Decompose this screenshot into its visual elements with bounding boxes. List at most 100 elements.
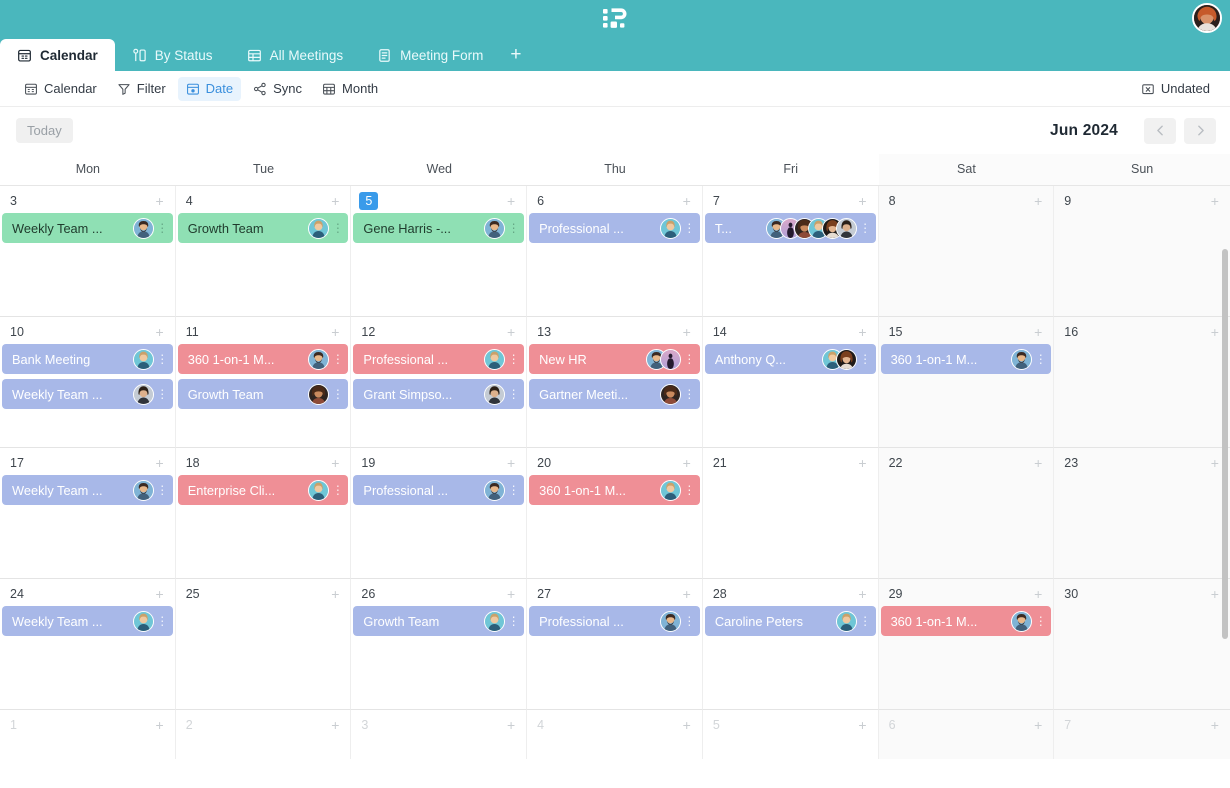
event-attendee-avatars[interactable] <box>484 383 506 405</box>
day-cell[interactable]: 20 +360 1-on-1 M... ⋮ <box>527 448 703 579</box>
calendar-event[interactable]: Weekly Team ... ⋮ <box>2 606 173 636</box>
add-tab-button[interactable]: + <box>500 45 535 71</box>
add-event-button[interactable]: + <box>856 325 868 339</box>
add-event-button[interactable]: + <box>329 718 341 732</box>
event-attendee-avatars[interactable] <box>132 217 154 239</box>
event-menu-button[interactable]: ⋮ <box>156 222 169 234</box>
add-event-button[interactable]: + <box>1209 456 1221 470</box>
calendar-event[interactable]: 360 1-on-1 M... ⋮ <box>880 344 1052 374</box>
event-menu-button[interactable]: ⋮ <box>331 388 344 400</box>
add-event-button[interactable]: + <box>1209 587 1221 601</box>
add-event-button[interactable]: + <box>505 718 517 732</box>
add-event-button[interactable]: + <box>505 325 517 339</box>
calendar-event[interactable]: Growth Team ⋮ <box>177 379 349 409</box>
add-event-button[interactable]: + <box>329 325 341 339</box>
calendar-event[interactable]: Weekly Team ... ⋮ <box>2 213 173 243</box>
add-event-button[interactable]: + <box>1032 456 1044 470</box>
toolbar-button-calendar[interactable]: Calendar <box>16 77 105 101</box>
day-cell[interactable]: 13 + New HR ⋮ Gartner Meeti... ⋮ <box>527 317 703 448</box>
tab-all-meetings[interactable]: All Meetings <box>230 39 361 71</box>
calendar-event[interactable]: Gartner Meeti... ⋮ <box>529 379 700 409</box>
event-attendee-avatars[interactable] <box>132 610 154 632</box>
event-attendee-avatars[interactable] <box>132 479 154 501</box>
add-event-button[interactable]: + <box>154 456 166 470</box>
calendar-event[interactable]: 360 1-on-1 M... ⋮ <box>529 475 700 505</box>
event-menu-button[interactable]: ⋮ <box>683 615 696 627</box>
day-cell[interactable]: 4 + <box>527 710 703 759</box>
event-menu-button[interactable]: ⋮ <box>331 484 344 496</box>
event-menu-button[interactable]: ⋮ <box>507 484 520 496</box>
event-attendee-avatars[interactable] <box>132 383 154 405</box>
day-cell[interactable]: 2 + <box>175 710 352 759</box>
day-cell[interactable]: 22 + <box>878 448 1055 579</box>
day-cell[interactable]: 15 +360 1-on-1 M... ⋮ <box>878 317 1055 448</box>
add-event-button[interactable]: + <box>505 194 517 208</box>
day-cell[interactable]: 23 + <box>1054 448 1230 579</box>
add-event-button[interactable]: + <box>856 718 868 732</box>
event-attendee-avatars[interactable] <box>484 348 506 370</box>
day-cell[interactable]: 7 + <box>1054 710 1230 759</box>
day-cell[interactable]: 24 + Weekly Team ... ⋮ <box>0 579 176 710</box>
calendar-event[interactable]: Gene Harris -... ⋮ <box>353 213 525 243</box>
event-menu-button[interactable]: ⋮ <box>859 222 872 234</box>
calendar-event[interactable]: New HR ⋮ <box>529 344 700 374</box>
event-menu-button[interactable]: ⋮ <box>683 484 696 496</box>
event-attendee-avatars[interactable] <box>645 348 681 370</box>
add-event-button[interactable]: + <box>681 718 693 732</box>
day-cell[interactable]: 19 + Professional ... ⋮ <box>351 448 528 579</box>
event-attendee-avatars[interactable] <box>308 217 330 239</box>
event-menu-button[interactable]: ⋮ <box>683 222 696 234</box>
calendar-event[interactable]: Grant Simpso... ⋮ <box>353 379 525 409</box>
user-avatar[interactable] <box>1192 3 1222 33</box>
day-cell[interactable]: 4 + Growth Team ⋮ <box>175 186 352 317</box>
calendar-event[interactable]: 360 1-on-1 M... ⋮ <box>177 344 349 374</box>
day-cell[interactable]: 1 + <box>0 710 176 759</box>
add-event-button[interactable]: + <box>856 456 868 470</box>
day-cell[interactable]: 11 +360 1-on-1 M... ⋮ Growth Team ⋮ <box>175 317 352 448</box>
day-cell[interactable]: 3 + Weekly Team ... ⋮ <box>0 186 176 317</box>
day-cell[interactable]: 17 + Weekly Team ... ⋮ <box>0 448 176 579</box>
calendar-event[interactable]: Bank Meeting ⋮ <box>2 344 173 374</box>
add-event-button[interactable]: + <box>505 456 517 470</box>
event-menu-button[interactable]: ⋮ <box>1034 353 1047 365</box>
event-attendee-avatars[interactable] <box>484 610 506 632</box>
day-cell[interactable]: 16 + <box>1054 317 1230 448</box>
event-menu-button[interactable]: ⋮ <box>156 353 169 365</box>
calendar-event[interactable]: Growth Team ⋮ <box>353 606 525 636</box>
toolbar-button-month[interactable]: Month <box>314 77 386 101</box>
add-event-button[interactable]: + <box>505 587 517 601</box>
day-cell[interactable]: 26 + Growth Team ⋮ <box>351 579 528 710</box>
event-attendee-avatars[interactable] <box>1011 610 1033 632</box>
event-menu-button[interactable]: ⋮ <box>507 388 520 400</box>
today-button[interactable]: Today <box>16 118 73 143</box>
day-cell[interactable]: 6 + <box>878 710 1055 759</box>
toolbar-button-sync[interactable]: Sync <box>245 77 310 101</box>
day-cell[interactable]: 6 + Professional ... ⋮ <box>527 186 703 317</box>
day-cell[interactable]: 28 + Caroline Peters ⋮ <box>702 579 879 710</box>
add-event-button[interactable]: + <box>154 325 166 339</box>
toolbar-button-date[interactable]: Date <box>177 76 242 101</box>
calendar-event[interactable]: Professional ... ⋮ <box>353 475 525 505</box>
add-event-button[interactable]: + <box>681 194 693 208</box>
event-menu-button[interactable]: ⋮ <box>156 484 169 496</box>
add-event-button[interactable]: + <box>1032 194 1044 208</box>
vertical-scrollbar[interactable] <box>1222 249 1228 639</box>
event-attendee-avatars[interactable] <box>659 479 681 501</box>
add-event-button[interactable]: + <box>154 587 166 601</box>
calendar-event[interactable]: Growth Team ⋮ <box>177 213 349 243</box>
event-attendee-avatars[interactable] <box>308 383 330 405</box>
calendar-event[interactable]: Enterprise Cli... ⋮ <box>177 475 349 505</box>
calendar-event[interactable]: Weekly Team ... ⋮ <box>2 475 173 505</box>
calendar-event[interactable]: T... ⋮ <box>704 213 876 243</box>
event-attendee-avatars[interactable] <box>484 217 506 239</box>
day-cell[interactable]: 27 + Professional ... ⋮ <box>527 579 703 710</box>
toolbar-button-filter[interactable]: Filter <box>109 77 174 101</box>
add-event-button[interactable]: + <box>1209 325 1221 339</box>
add-event-button[interactable]: + <box>856 194 868 208</box>
calendar-event[interactable]: 360 1-on-1 M... ⋮ <box>880 606 1052 636</box>
event-attendee-avatars[interactable] <box>308 479 330 501</box>
event-menu-button[interactable]: ⋮ <box>859 353 872 365</box>
event-attendee-avatars[interactable] <box>765 217 857 239</box>
event-attendee-avatars[interactable] <box>132 348 154 370</box>
event-menu-button[interactable]: ⋮ <box>507 615 520 627</box>
